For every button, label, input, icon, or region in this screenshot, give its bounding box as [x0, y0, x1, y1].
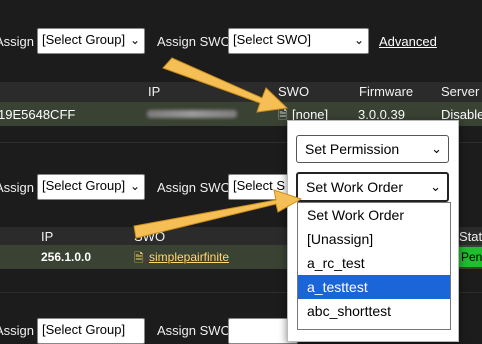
arrow-annotation	[162, 57, 289, 113]
arrow-annotation	[133, 189, 303, 239]
arrow-annotation	[133, 57, 303, 239]
